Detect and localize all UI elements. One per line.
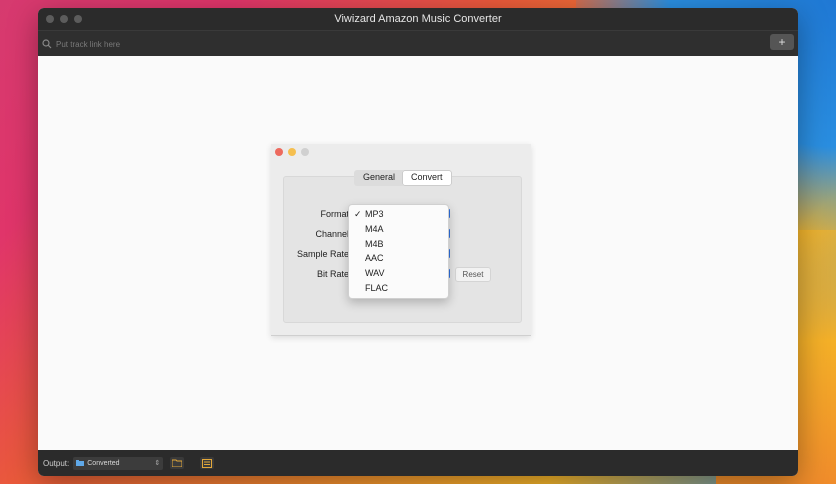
window-title: Viwizard Amazon Music Converter xyxy=(334,13,502,25)
add-track-button[interactable]: + xyxy=(770,34,794,50)
folder-small-icon xyxy=(76,460,85,466)
prefs-tab-bar: General Convert xyxy=(354,170,452,186)
search-field[interactable] xyxy=(42,36,342,52)
converted-list-button[interactable] xyxy=(200,457,215,469)
track-link-input[interactable] xyxy=(56,39,316,49)
folder-icon xyxy=(172,459,183,467)
zoom-window-button[interactable] xyxy=(74,15,82,23)
format-option-m4a[interactable]: M4A xyxy=(349,223,448,237)
bit-rate-label: Bit Rate xyxy=(316,269,349,279)
tab-general[interactable]: General xyxy=(355,171,403,185)
reset-button[interactable]: Reset xyxy=(455,267,491,282)
minimize-window-button[interactable] xyxy=(60,15,68,23)
format-option-label: MP3 xyxy=(365,209,384,219)
chevron-updown-icon: ⇕ xyxy=(154,460,161,467)
link-bar: + xyxy=(38,30,798,57)
open-folder-button[interactable] xyxy=(170,457,185,469)
format-dropdown-menu: ✓ MP3 M4A M4B AAC WAV FLAC xyxy=(348,204,449,299)
dialog-zoom-button[interactable] xyxy=(301,148,309,156)
converted-list-icon xyxy=(202,458,213,468)
format-option-label: FLAC xyxy=(365,283,389,293)
window-controls xyxy=(46,15,82,23)
format-option-label: WAV xyxy=(365,268,385,278)
format-option-label: M4B xyxy=(365,239,384,249)
dialog-close-button[interactable] xyxy=(275,148,283,156)
output-folder-select[interactable]: Converted ⇕ xyxy=(73,456,164,470)
format-option-aac[interactable]: AAC xyxy=(349,252,448,266)
channel-label: Channel xyxy=(315,229,349,239)
titlebar: Viwizard Amazon Music Converter xyxy=(38,8,798,30)
format-option-mp3[interactable]: ✓ MP3 xyxy=(349,208,448,222)
format-option-flac[interactable]: FLAC xyxy=(349,282,448,296)
checkmark-icon: ✓ xyxy=(354,209,362,219)
sample-rate-label: Sample Rate xyxy=(296,249,349,259)
dialog-minimize-button[interactable] xyxy=(288,148,296,156)
format-option-m4b[interactable]: M4B xyxy=(349,238,448,252)
format-label: Format xyxy=(320,209,349,219)
tab-convert[interactable]: Convert xyxy=(403,171,451,185)
output-label: Output: xyxy=(43,458,70,468)
plus-icon: + xyxy=(778,35,786,49)
output-folder-name: Converted xyxy=(87,459,120,467)
bottom-bar: Output: Converted ⇕ xyxy=(38,450,798,476)
format-option-wav[interactable]: WAV xyxy=(349,267,448,281)
format-option-label: M4A xyxy=(365,224,384,234)
format-option-label: AAC xyxy=(365,253,384,263)
close-window-button[interactable] xyxy=(46,15,54,23)
search-icon xyxy=(42,39,52,49)
dialog-window-controls xyxy=(275,148,309,156)
